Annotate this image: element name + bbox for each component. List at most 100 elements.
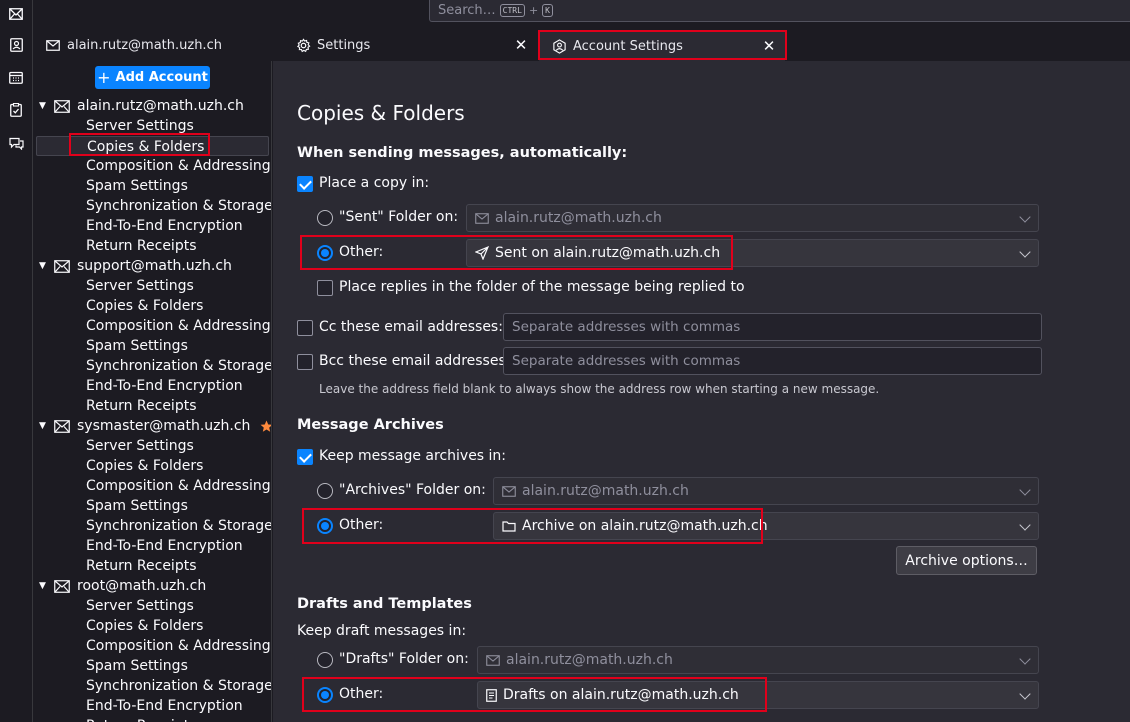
chat-icon[interactable] [8, 135, 24, 151]
tasks-icon[interactable] [8, 102, 24, 118]
global-search-input[interactable]: Search… CTRL + K [429, 0, 1130, 22]
archives-folder-radio[interactable] [317, 483, 333, 499]
archives-other-radio[interactable] [317, 518, 333, 534]
drafts-other-folder-menu[interactable]: Drafts on alain.rutz@math.uzh.ch [477, 681, 1039, 709]
sidebar-item-composition[interactable]: Composition & Addressing [86, 636, 271, 656]
account-name: alain.rutz@math.uzh.ch [77, 98, 244, 114]
sidebar-item-receipts[interactable]: Return Receipts [86, 556, 197, 576]
sending-heading: When sending messages, automatically: [297, 145, 628, 161]
gear-icon [295, 38, 311, 54]
sidebar-item-sync[interactable]: Synchronization & Storage [86, 356, 271, 376]
chevron-down-icon [1019, 211, 1031, 223]
sidebar-item-server-settings[interactable]: Server Settings [86, 276, 194, 296]
page-title: Copies & Folders [297, 101, 465, 125]
account-name: root@math.uzh.ch [77, 578, 207, 594]
tab-account-settings[interactable]: Account Settings ✕ [539, 30, 785, 61]
mail-account-icon [475, 212, 489, 224]
chevron-down-icon[interactable]: ▼ [39, 101, 49, 111]
mail-icon[interactable] [8, 6, 24, 22]
sidebar-item-sync[interactable]: Synchronization & Storage [86, 516, 271, 536]
account-alain[interactable]: ▼ alain.rutz@math.uzh.ch [39, 96, 244, 116]
sidebar-item-e2e[interactable]: End-To-End Encryption [86, 536, 243, 556]
sent-other-label: Other: [339, 244, 384, 260]
drafts-other-folder-value: Drafts on alain.rutz@math.uzh.ch [503, 687, 739, 703]
sidebar-item-receipts[interactable]: Return Receipts [86, 716, 197, 722]
chevron-down-icon[interactable]: ▼ [39, 581, 49, 591]
add-account-label: Add Account [115, 70, 208, 85]
sidebar-item-e2e[interactable]: End-To-End Encryption [86, 216, 243, 236]
sidebar-item-copies-folders[interactable]: Copies & Folders [86, 296, 203, 316]
archive-options-button[interactable]: Archive options… [896, 546, 1037, 575]
sent-folder-label: "Sent" Folder on: [339, 209, 459, 225]
sidebar-item-copies-folders[interactable]: Copies & Folders [86, 456, 203, 476]
sidebar-item-e2e[interactable]: End-To-End Encryption [86, 696, 243, 716]
sent-folder-radio[interactable] [317, 210, 333, 226]
close-icon[interactable]: ✕ [761, 38, 777, 54]
sidebar-item-sync[interactable]: Synchronization & Storage [86, 196, 271, 216]
shortcut-key-ctrl: CTRL [499, 4, 525, 17]
mail-account-icon [54, 259, 70, 273]
drafts-account-menu[interactable]: alain.rutz@math.uzh.ch [477, 646, 1039, 674]
sidebar-item-server-settings[interactable]: Server Settings [86, 596, 194, 616]
drafts-folder-radio[interactable] [317, 652, 333, 668]
sidebar-item-e2e[interactable]: End-To-End Encryption [86, 376, 243, 396]
chevron-down-icon[interactable]: ▼ [39, 421, 49, 431]
replies-folder-checkbox[interactable] [317, 280, 333, 296]
tab-label: alain.rutz@math.uzh.ch [67, 38, 222, 53]
account-settings-icon [551, 39, 567, 55]
sent-other-radio[interactable] [317, 245, 333, 261]
shortcut-key-k: K [542, 4, 553, 17]
shortcut-plus: + [528, 4, 539, 17]
address-book-icon[interactable] [8, 37, 24, 53]
sidebar-item-server-settings[interactable]: Server Settings [86, 436, 194, 456]
tab-bar: alain.rutz@math.uzh.ch Settings ✕ Accoun… [33, 30, 1130, 61]
archives-other-folder-menu[interactable]: Archive on alain.rutz@math.uzh.ch [493, 512, 1039, 540]
thunderbird-window: Search… CTRL + K alain.rutz@math.uzh.ch … [0, 0, 1130, 722]
cc-input[interactable]: Separate addresses with commas [503, 313, 1042, 341]
account-root[interactable]: ▼ root@math.uzh.ch [39, 576, 206, 596]
sidebar-item-spam[interactable]: Spam Settings [86, 656, 188, 676]
sidebar-item-receipts[interactable]: Return Receipts [86, 396, 197, 416]
mail-account-icon [54, 419, 70, 433]
bcc-input[interactable]: Separate addresses with commas [503, 347, 1042, 375]
account-sysmaster[interactable]: ▼ sysmaster@math.uzh.ch [39, 416, 271, 436]
sent-other-folder-value: Sent on alain.rutz@math.uzh.ch [495, 245, 721, 261]
chevron-down-icon [1019, 688, 1031, 700]
sidebar-item-spam[interactable]: Spam Settings [86, 176, 188, 196]
chevron-down-icon[interactable]: ▼ [39, 261, 49, 271]
sent-account-value: alain.rutz@math.uzh.ch [495, 210, 662, 226]
cc-checkbox[interactable] [297, 320, 313, 336]
sidebar-item-copies-folders[interactable]: Copies & Folders [36, 136, 269, 156]
place-copy-checkbox[interactable] [297, 176, 313, 192]
drafts-heading: Drafts and Templates [297, 596, 472, 612]
account-tree: + Add Account ▼ alain.rutz@math.uzh.ch S… [33, 61, 272, 722]
copies-folders-pane: Copies & Folders When sending messages, … [273, 61, 1130, 722]
drafts-other-radio[interactable] [317, 687, 333, 703]
account-support[interactable]: ▼ support@math.uzh.ch [39, 256, 232, 276]
sidebar-item-composition[interactable]: Composition & Addressing [86, 156, 271, 176]
sidebar-item-composition[interactable]: Composition & Addressing [86, 316, 271, 336]
close-icon[interactable]: ✕ [513, 37, 529, 53]
tab-settings[interactable]: Settings ✕ [283, 30, 537, 61]
sidebar-item-spam[interactable]: Spam Settings [86, 336, 188, 356]
add-account-button[interactable]: + Add Account [95, 66, 210, 89]
sidebar-item-spam[interactable]: Spam Settings [86, 496, 188, 516]
sidebar-item-server-settings[interactable]: Server Settings [86, 116, 194, 136]
sent-other-folder-menu[interactable]: Sent on alain.rutz@math.uzh.ch [466, 239, 1039, 267]
keep-archives-checkbox[interactable] [297, 449, 313, 465]
tab-label: Settings [317, 38, 371, 53]
chevron-down-icon [1019, 484, 1031, 496]
tab-mail[interactable]: alain.rutz@math.uzh.ch [33, 30, 283, 61]
bcc-checkbox[interactable] [297, 354, 313, 370]
calendar-icon[interactable] [8, 69, 24, 85]
send-icon [475, 246, 489, 260]
sidebar-item-copies-folders[interactable]: Copies & Folders [86, 616, 203, 636]
archives-heading: Message Archives [297, 417, 444, 433]
draft-document-icon [486, 688, 497, 702]
mail-account-icon [502, 485, 516, 497]
sidebar-item-sync[interactable]: Synchronization & Storage [86, 676, 271, 696]
archives-account-menu[interactable]: alain.rutz@math.uzh.ch [493, 477, 1039, 505]
sidebar-item-composition[interactable]: Composition & Addressing [86, 476, 271, 496]
sidebar-item-receipts[interactable]: Return Receipts [86, 236, 197, 256]
sent-account-menu[interactable]: alain.rutz@math.uzh.ch [466, 204, 1039, 232]
